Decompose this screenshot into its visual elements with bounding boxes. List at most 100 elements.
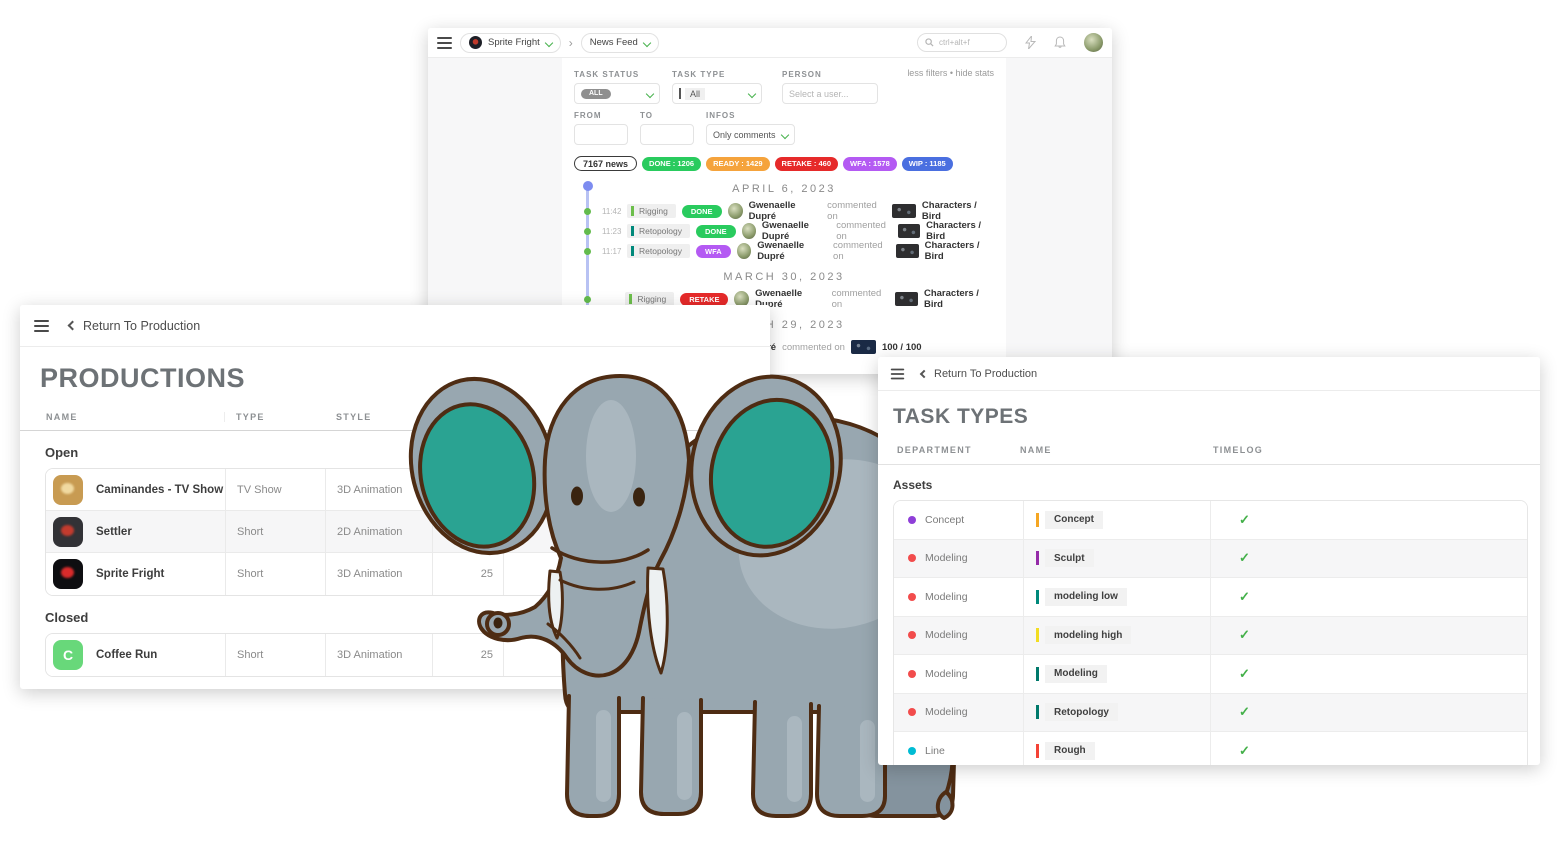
- task-type-row[interactable]: Modeling modeling high ✓: [894, 617, 1527, 656]
- feed-item[interactable]: 11:42 Rigging DONE Gwenaelle Dupré comme…: [602, 201, 994, 221]
- back-link-label: Return To Production: [934, 368, 1037, 380]
- user-avatar[interactable]: [1084, 33, 1103, 52]
- column-type[interactable]: TYPE: [225, 412, 325, 422]
- task-type-row[interactable]: Modeling Retopology ✓: [894, 694, 1527, 733]
- task-type-name: Sculpt: [1045, 549, 1094, 567]
- column-name[interactable]: NAME: [1008, 445, 1195, 455]
- department-name: Concept: [925, 514, 964, 526]
- task-color-bar: [631, 246, 634, 256]
- status-count-badge[interactable]: READY : 1429: [706, 157, 769, 171]
- search-placeholder: ctrl+alt+f: [939, 38, 970, 47]
- filter-toggle-links[interactable]: less filters • hide stats: [907, 68, 994, 78]
- author-avatar: [737, 243, 752, 259]
- timelog-check-icon[interactable]: ✓: [1239, 512, 1250, 528]
- column-name[interactable]: NAME: [20, 412, 225, 422]
- task-type-row[interactable]: Modeling Sculpt ✓: [894, 540, 1527, 579]
- column-department[interactable]: DEPARTMENT: [878, 445, 1008, 455]
- author-name[interactable]: Gwenaelle Dupré: [762, 220, 830, 242]
- page-select[interactable]: News Feed: [581, 33, 659, 53]
- menu-icon[interactable]: [437, 37, 452, 49]
- to-input[interactable]: [640, 124, 694, 145]
- entity-name[interactable]: Characters / Bird: [922, 200, 994, 222]
- status-count-badge[interactable]: WFA : 1578: [843, 157, 897, 171]
- menu-icon[interactable]: [34, 320, 49, 332]
- chevron-down-icon: [643, 38, 651, 46]
- production-name[interactable]: Coffee Run: [96, 649, 157, 661]
- status-count-badge[interactable]: WIP : 1185: [902, 157, 953, 171]
- feed-time: 11:23: [602, 227, 621, 236]
- task-color-bar: [631, 206, 634, 216]
- timelog-check-icon[interactable]: ✓: [1239, 704, 1250, 720]
- status-count-badge[interactable]: RETAKE : 460: [775, 157, 838, 171]
- task-status-select[interactable]: ALL: [574, 83, 660, 104]
- stats-row: 7167 news DONE : 1206READY : 1429RETAKE …: [574, 156, 994, 171]
- entity-name[interactable]: Characters / Bird: [925, 240, 994, 262]
- action-text: commented on: [833, 240, 890, 262]
- entity-name[interactable]: Characters / Bird: [926, 220, 994, 242]
- entity-name[interactable]: Characters / Bird: [924, 288, 994, 310]
- search-input[interactable]: ctrl+alt+f: [917, 33, 1007, 52]
- task-type-pill[interactable]: Modeling: [1036, 665, 1107, 683]
- infos-select[interactable]: Only comments: [706, 124, 795, 145]
- production-name[interactable]: Settler: [96, 526, 132, 538]
- department-name: Modeling: [925, 591, 968, 603]
- task-type-pill: Rigging: [625, 292, 674, 306]
- from-input[interactable]: [574, 124, 628, 145]
- person-input[interactable]: [782, 83, 878, 104]
- task-color-bar: [631, 226, 634, 236]
- task-type-select[interactable]: All: [672, 83, 762, 104]
- department-name: Modeling: [925, 706, 968, 718]
- department-color-dot: [908, 516, 916, 524]
- task-type-pill[interactable]: Rough: [1036, 742, 1095, 760]
- timelog-check-icon[interactable]: ✓: [1239, 589, 1250, 605]
- production-select-value: Sprite Fright: [488, 37, 540, 48]
- action-text: commented on: [827, 200, 886, 222]
- chevron-down-icon: [780, 130, 788, 138]
- department-name: Modeling: [925, 552, 968, 564]
- flash-icon[interactable]: [1025, 36, 1036, 49]
- timelog-check-icon[interactable]: ✓: [1239, 743, 1250, 759]
- task-type-pill[interactable]: modeling high: [1036, 626, 1131, 644]
- task-type-name: modeling high: [1045, 626, 1131, 644]
- task-type-row[interactable]: Concept Concept ✓: [894, 501, 1527, 540]
- task-type-row[interactable]: Modeling Modeling ✓: [894, 655, 1527, 694]
- production-select[interactable]: Sprite Fright: [460, 33, 561, 53]
- feed-item[interactable]: 11:23 Retopology DONE Gwenaelle Dupré co…: [602, 221, 994, 241]
- back-to-production-link[interactable]: Return To Production: [921, 368, 1037, 380]
- task-type-row[interactable]: Line Rough ✓: [894, 732, 1527, 765]
- timelog-check-icon[interactable]: ✓: [1239, 627, 1250, 643]
- production-name[interactable]: Sprite Fright: [96, 568, 164, 580]
- production-type: Short: [226, 511, 326, 552]
- task-type-row[interactable]: Modeling modeling low ✓: [894, 578, 1527, 617]
- production-logo: [53, 475, 83, 505]
- entity-thumbnail[interactable]: [895, 292, 918, 306]
- author-name[interactable]: Gwenaelle Dupré: [749, 200, 822, 222]
- production-name[interactable]: Caminandes - TV Show: [96, 484, 223, 496]
- entity-thumbnail[interactable]: [896, 244, 919, 258]
- task-type-pill[interactable]: Concept: [1036, 511, 1103, 529]
- entity-thumbnail[interactable]: [892, 204, 916, 218]
- status-count-badge[interactable]: DONE : 1206: [642, 157, 701, 171]
- timelog-check-icon[interactable]: ✓: [1239, 666, 1250, 682]
- task-type-name: Concept: [1045, 511, 1103, 529]
- task-type-pill[interactable]: modeling low: [1036, 588, 1127, 606]
- timeline-dot: [584, 248, 591, 255]
- menu-icon[interactable]: [891, 368, 905, 379]
- column-timelog[interactable]: TIMELOG: [1195, 445, 1263, 455]
- bell-icon[interactable]: [1054, 36, 1066, 49]
- cartoon-elephant-illustration: [398, 366, 958, 826]
- author-name[interactable]: Gwenaelle Dupré: [757, 240, 827, 262]
- entity-thumbnail[interactable]: [851, 340, 876, 354]
- entity-thumbnail[interactable]: [898, 224, 920, 238]
- entity-name[interactable]: 100 / 100: [882, 342, 922, 353]
- task-status-value: ALL: [581, 89, 611, 99]
- task-type-pill[interactable]: Retopology: [1036, 703, 1118, 721]
- timelog-check-icon[interactable]: ✓: [1239, 550, 1250, 566]
- department-color-dot: [908, 670, 916, 678]
- task-type-pill[interactable]: Sculpt: [1036, 549, 1094, 567]
- department-name: Modeling: [925, 668, 968, 680]
- chevron-down-icon: [545, 38, 553, 46]
- feed-item[interactable]: 11:17 Retopology WFA Gwenaelle Dupré com…: [602, 241, 994, 261]
- back-to-production-link[interactable]: Return To Production: [69, 319, 200, 333]
- production-type: Short: [226, 634, 326, 676]
